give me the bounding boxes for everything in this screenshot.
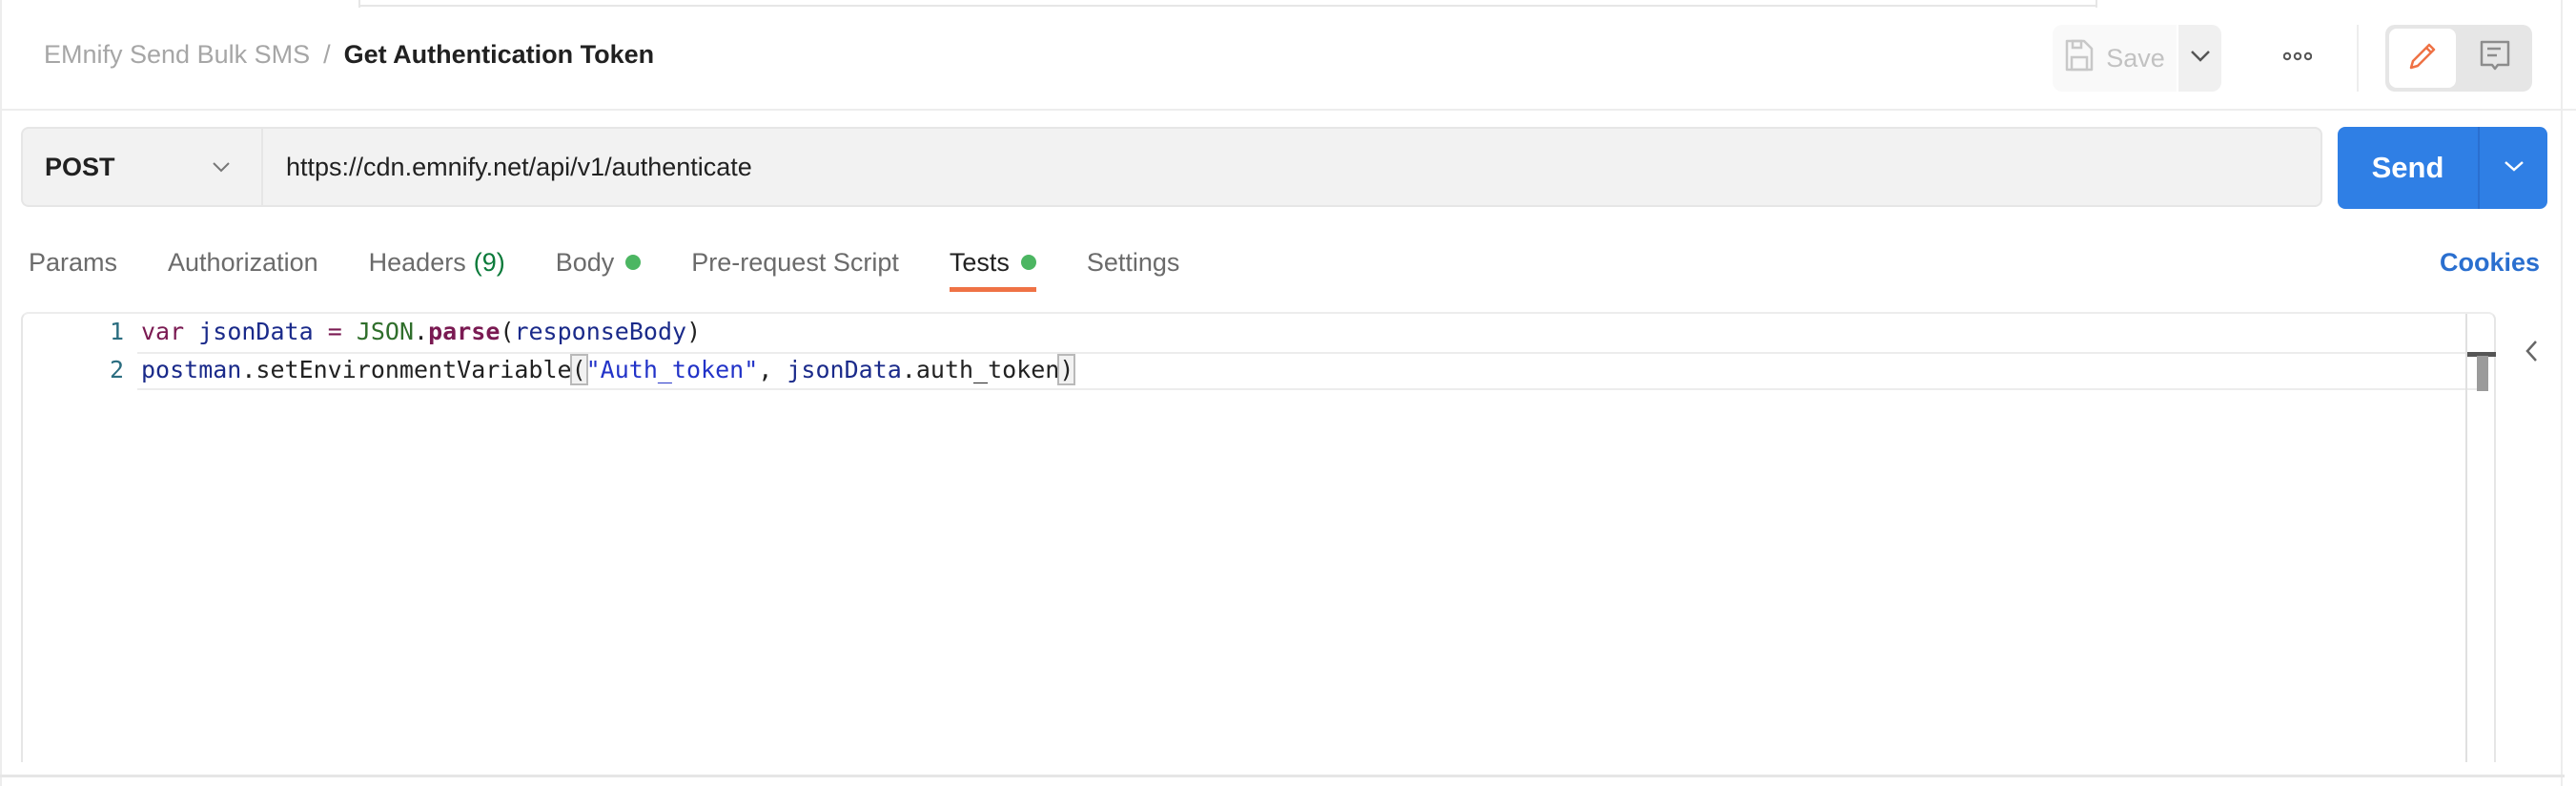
- tab-body[interactable]: Body: [556, 243, 642, 281]
- divider: [360, 5, 2096, 7]
- tab-label: Settings: [1086, 247, 1180, 277]
- pencil-icon: [2406, 40, 2439, 77]
- tab-authorization[interactable]: Authorization: [168, 243, 318, 281]
- code-token: (: [500, 318, 515, 345]
- active-tab-indicator: [949, 287, 1036, 292]
- request-title[interactable]: Get Authentication Token: [344, 40, 655, 70]
- method-select[interactable]: POST: [21, 127, 261, 207]
- edit-mode-button[interactable]: [2389, 29, 2456, 88]
- tab-pre-request-script[interactable]: Pre-request Script: [691, 243, 899, 281]
- code-token: ): [1057, 354, 1076, 385]
- window-top-strip: [0, 0, 2576, 8]
- scrollbar-thumb[interactable]: [2477, 356, 2488, 391]
- send-button[interactable]: Send: [2338, 127, 2480, 209]
- status-dot-icon: [625, 255, 642, 270]
- code-token: JSON: [356, 318, 415, 345]
- comment-icon: [2479, 39, 2511, 78]
- code-token: jsonData: [198, 318, 314, 345]
- url-input[interactable]: https://cdn.emnify.net/api/v1/authentica…: [261, 127, 2322, 207]
- save-label: Save: [2106, 43, 2165, 72]
- code-token: ): [686, 318, 702, 345]
- line-number: 2: [109, 356, 124, 383]
- chevron-down-icon: [2190, 50, 2211, 68]
- chevron-down-icon: [2504, 159, 2525, 176]
- code-token: =: [327, 318, 342, 345]
- code-line[interactable]: postman.setEnvironmentVariable("Auth_tok…: [141, 352, 1076, 388]
- code-token: ,: [758, 356, 787, 383]
- breadcrumb-separator: /: [323, 40, 331, 69]
- tab-label: Headers: [368, 247, 466, 277]
- line-number: 1: [109, 318, 124, 345]
- code-token: responseBody: [514, 318, 687, 345]
- divider: [2096, 0, 2097, 8]
- floppy-disk-icon: [2064, 38, 2095, 79]
- code-token: .: [241, 356, 256, 383]
- more-horizontal-icon: [2282, 50, 2313, 67]
- code-token: postman: [141, 356, 242, 383]
- code-token: .: [414, 318, 429, 345]
- mode-toggle: [2385, 25, 2532, 92]
- tab-params[interactable]: Params: [29, 243, 117, 281]
- breadcrumb-collection[interactable]: EMnify Send Bulk SMS: [44, 40, 310, 70]
- tab-settings[interactable]: Settings: [1087, 243, 1180, 281]
- line-number-gutter: 1 2: [23, 314, 128, 762]
- tab-label: Authorization: [168, 247, 318, 277]
- divider: [2357, 25, 2359, 92]
- more-actions-button[interactable]: [2269, 34, 2326, 82]
- send-group: Send: [2338, 127, 2547, 209]
- code-token: setEnvironmentVariable: [256, 356, 572, 383]
- tab-label: Pre-request Script: [691, 247, 899, 277]
- tests-script-editor[interactable]: 1 2 var jsonData = JSON.parse(responseBo…: [21, 312, 2496, 762]
- status-dot-icon: [1020, 255, 1036, 270]
- code-token: var: [141, 318, 185, 345]
- code-line[interactable]: var jsonData = JSON.parse(responseBody): [141, 314, 701, 350]
- breadcrumb: EMnify Send Bulk SMS / Get Authenticatio…: [44, 40, 654, 70]
- tab-headers[interactable]: Headers (9): [369, 243, 505, 281]
- method-label: POST: [45, 152, 115, 181]
- save-options-button[interactable]: [2178, 25, 2221, 92]
- tab-label: Body: [555, 247, 615, 277]
- divider: [2561, 0, 2563, 786]
- headers-count-badge: (9): [473, 247, 505, 277]
- code-token: "Auth_token": [585, 356, 759, 383]
- code-token: auth_token: [915, 356, 1060, 383]
- comments-mode-button[interactable]: [2462, 29, 2528, 88]
- code-token: (: [569, 354, 588, 385]
- chevron-down-icon: [202, 161, 240, 173]
- divider: [0, 0, 2, 786]
- cookies-link[interactable]: Cookies: [2440, 243, 2540, 281]
- tab-label: Tests: [949, 247, 1010, 277]
- tab-label: Params: [29, 247, 118, 277]
- send-options-button[interactable]: [2480, 127, 2547, 209]
- code-token: .: [901, 356, 916, 383]
- tab-tests[interactable]: Tests: [949, 243, 1036, 292]
- collapse-panel-button[interactable]: [2517, 334, 2545, 372]
- divider: [0, 109, 2576, 111]
- chevron-left-icon: [2525, 340, 2538, 367]
- request-tabs: Params Authorization Headers (9) Body Pr…: [29, 243, 1230, 293]
- vertical-scrollbar[interactable]: [2465, 314, 2467, 762]
- divider: [0, 775, 2565, 777]
- save-group: Save: [2053, 25, 2221, 92]
- code-token: parse: [428, 318, 501, 345]
- save-button[interactable]: Save: [2053, 25, 2177, 92]
- code-token: jsonData: [787, 356, 902, 383]
